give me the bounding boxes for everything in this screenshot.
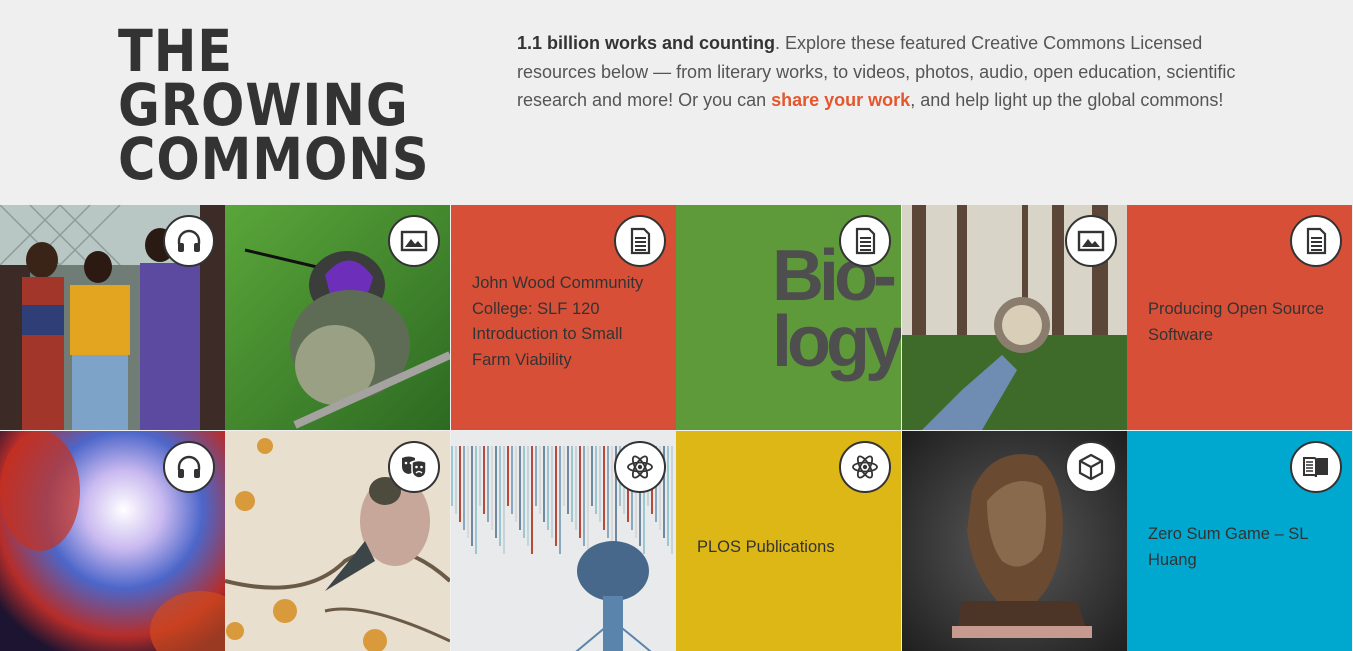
stripe xyxy=(587,446,589,554)
stripe xyxy=(495,446,497,538)
stripe xyxy=(455,446,457,514)
theater-masks-icon xyxy=(388,441,440,493)
featured-tile-theater[interactable] xyxy=(225,431,450,651)
intro-bold: 1.1 billion works and counting xyxy=(517,33,776,53)
stripe xyxy=(459,446,461,522)
stripe xyxy=(487,446,489,522)
stripe xyxy=(499,446,501,546)
tile-label: Producing Open Source Software xyxy=(1148,300,1325,344)
stripe xyxy=(519,446,521,530)
featured-tile-science[interactable] xyxy=(451,431,676,651)
featured-tile-image[interactable] xyxy=(902,205,1127,430)
stripe xyxy=(575,446,577,530)
stripe xyxy=(579,446,581,538)
stripe xyxy=(511,446,513,514)
tile-label: Zero Sum Game – SL Huang xyxy=(1148,525,1308,569)
stripe xyxy=(479,446,481,506)
hero-section: THE GROWING COMMONS 1.1 billion works an… xyxy=(0,0,1353,205)
stripe xyxy=(667,446,669,546)
stripe xyxy=(555,446,557,546)
stripe xyxy=(671,446,673,554)
cover-line: logy xyxy=(772,302,901,382)
stripe xyxy=(491,446,493,530)
stripe xyxy=(451,446,453,506)
featured-tile-document[interactable]: John Wood Community College: SLF 120 Int… xyxy=(451,205,676,430)
stripe xyxy=(607,446,609,538)
stripe xyxy=(543,446,545,522)
document-icon xyxy=(614,215,666,267)
stripe xyxy=(591,446,593,506)
share-your-work-link[interactable]: share your work xyxy=(771,90,910,110)
stripe xyxy=(483,446,485,514)
featured-works-grid: John Wood Community College: SLF 120 Int… xyxy=(0,205,1353,651)
stripe xyxy=(527,446,529,546)
stripe xyxy=(611,446,613,546)
stripe xyxy=(467,446,469,538)
stripe xyxy=(475,446,477,554)
atom-icon xyxy=(839,441,891,493)
image-icon xyxy=(1065,215,1117,267)
headphones-icon xyxy=(163,441,215,493)
image-icon xyxy=(388,215,440,267)
stripe xyxy=(507,446,509,506)
featured-tile-3d-model[interactable] xyxy=(902,431,1127,651)
page-title: THE GROWING COMMONS xyxy=(118,17,430,193)
stripe xyxy=(503,446,505,554)
featured-tile-audio[interactable] xyxy=(0,205,225,430)
stripe xyxy=(471,446,473,546)
stripe xyxy=(567,446,569,514)
cube-icon xyxy=(1065,441,1117,493)
stripe xyxy=(523,446,525,538)
book-cover-text: Bio- logy xyxy=(772,240,901,382)
headphones-icon xyxy=(163,215,215,267)
atom-icon xyxy=(614,441,666,493)
title-line: COMMONS xyxy=(118,125,430,193)
stripe xyxy=(551,446,553,538)
book-icon xyxy=(1290,441,1342,493)
document-icon xyxy=(1290,215,1342,267)
stripe xyxy=(563,446,565,506)
stripe xyxy=(571,446,573,522)
title-line: THE xyxy=(118,17,234,85)
intro-text-end: , and help light up the global commons! xyxy=(910,90,1224,110)
stripe xyxy=(559,446,561,554)
hero-intro: 1.1 billion works and counting. Explore … xyxy=(517,29,1257,115)
stripe xyxy=(515,446,517,522)
featured-tile-image[interactable] xyxy=(225,205,450,430)
stripe xyxy=(583,446,585,546)
title-line: GROWING xyxy=(118,71,409,139)
stripe xyxy=(547,446,549,530)
featured-tile-book[interactable]: Zero Sum Game – SL Huang xyxy=(1127,431,1352,651)
document-icon xyxy=(839,215,891,267)
featured-tile-audio[interactable] xyxy=(0,431,225,651)
stripe xyxy=(599,446,601,522)
tile-label: PLOS Publications xyxy=(697,538,835,556)
stripe xyxy=(535,446,537,506)
featured-tile-document[interactable]: Producing Open Source Software xyxy=(1127,205,1352,430)
tile-label: John Wood Community College: SLF 120 Int… xyxy=(472,274,644,369)
stripe xyxy=(595,446,597,514)
stripe xyxy=(531,446,533,554)
stripe xyxy=(603,446,605,530)
featured-tile-document[interactable]: Bio- logy xyxy=(676,205,901,430)
stripe xyxy=(463,446,465,530)
stripe xyxy=(539,446,541,514)
featured-tile-science[interactable]: PLOS Publications xyxy=(676,431,901,651)
